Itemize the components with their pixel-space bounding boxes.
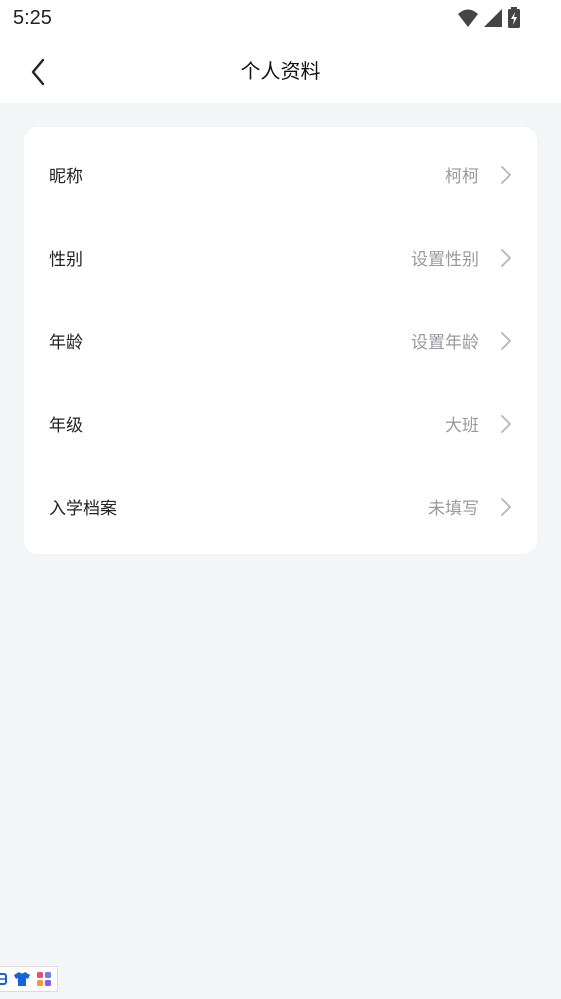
profile-row-gender[interactable]: 性别 设置性别 [24,216,537,299]
status-time: 5:25 [13,7,52,29]
floating-toolbar[interactable] [0,966,58,992]
chevron-right-icon [501,248,511,267]
chevron-right-icon [501,414,511,433]
signal-icon [484,9,502,27]
profile-card: 昵称 柯柯 性别 设置性别 年龄 设置年龄 年级 大班 入学档案 未填写 [24,127,537,554]
chevron-right-icon [501,497,511,516]
shirt-icon[interactable] [13,971,31,987]
profile-row-enrollment-record[interactable]: 入学档案 未填写 [24,465,537,548]
profile-row-age[interactable]: 年龄 设置年龄 [24,299,537,382]
row-label: 年级 [49,416,83,436]
header: 个人资料 [0,40,561,103]
row-value: 设置年龄 [411,333,479,353]
status-icons [457,7,521,29]
row-label: 年龄 [49,333,83,353]
grid-icon[interactable] [0,972,8,986]
row-value: 设置性别 [411,250,479,270]
status-bar: 5:25 [0,0,561,40]
page-title: 个人资料 [240,59,321,83]
profile-row-grade[interactable]: 年级 大班 [24,382,537,465]
row-label: 性别 [49,250,83,270]
apps-icon[interactable] [36,971,52,987]
chevron-right-icon [501,165,511,184]
wifi-icon [458,9,478,27]
row-value: 柯柯 [445,167,479,187]
profile-row-nickname[interactable]: 昵称 柯柯 [24,133,537,216]
chevron-right-icon [501,331,511,350]
battery-icon [508,7,520,28]
row-label: 入学档案 [49,499,117,519]
row-value: 大班 [445,416,479,436]
row-value: 未填写 [428,499,479,519]
row-label: 昵称 [49,167,83,187]
